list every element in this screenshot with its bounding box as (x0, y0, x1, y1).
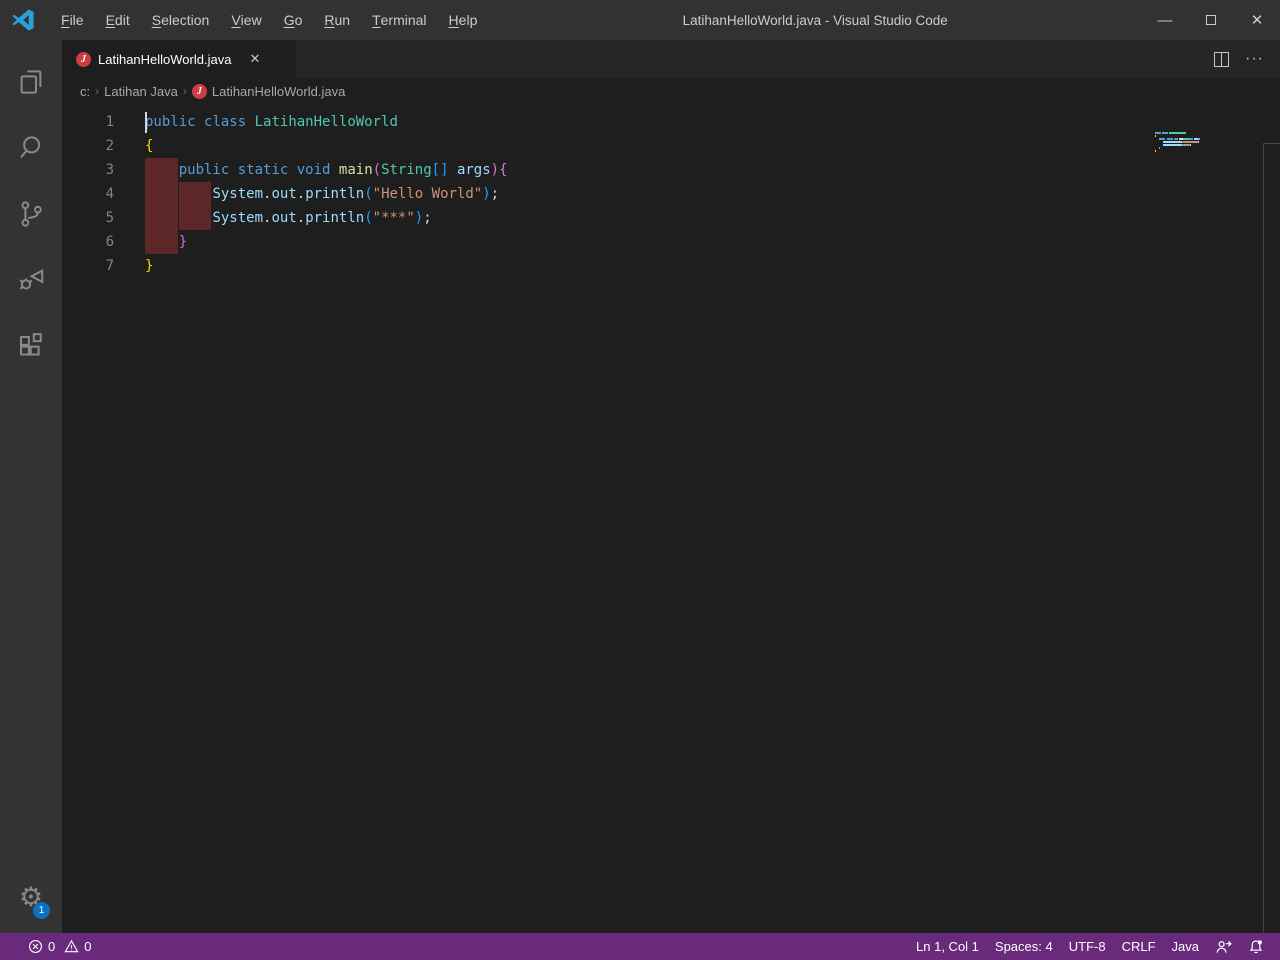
error-count: 0 (48, 939, 55, 954)
tab-close-icon[interactable]: ✕ (246, 50, 263, 68)
status-bar: 0 0 Ln 1, Col 1Spaces: 4UTF-8CRLFJava (0, 933, 1280, 960)
tab-latihanhelloworld[interactable]: J LatihanHelloWorld.java ✕ (62, 40, 296, 78)
line-number-2[interactable]: 2 (62, 134, 114, 158)
menu-terminal[interactable]: Terminal (361, 0, 437, 40)
status-language-mode[interactable]: Java (1164, 933, 1207, 960)
window-controls: — ✕ (1142, 0, 1280, 40)
code-line-3[interactable]: public static void main(String[] args){ (145, 158, 508, 182)
editor-actions: ··· (1214, 40, 1280, 78)
editor-area: J LatihanHelloWorld.java ✕ ··· c: › Latiha… (62, 40, 1280, 933)
breadcrumb-segment[interactable]: JLatihanHelloWorld.java (192, 84, 345, 99)
status-indentation[interactable]: Spaces: 4 (987, 933, 1061, 960)
breadcrumb-separator-icon: › (183, 84, 187, 98)
line-number-1[interactable]: 1 (62, 110, 114, 134)
vscode-logo-icon (10, 7, 36, 33)
warning-count: 0 (84, 939, 91, 954)
maximize-button[interactable] (1188, 0, 1234, 40)
breadcrumb-separator-icon: › (95, 84, 99, 98)
status-eol-sequence[interactable]: CRLF (1114, 933, 1164, 960)
menu-run[interactable]: Run (313, 0, 361, 40)
minimap[interactable] (1155, 131, 1200, 152)
line-number-3[interactable]: 3 (62, 158, 114, 182)
explorer-icon[interactable] (0, 52, 62, 112)
overlay-panel-border-vertical (1263, 143, 1264, 933)
menu-help[interactable]: Help (438, 0, 489, 40)
overlay-panel-border-top (1263, 143, 1280, 144)
status-encoding[interactable]: UTF-8 (1061, 933, 1114, 960)
breadcrumb: c: › Latihan Java › JLatihanHelloWorld.java (80, 78, 345, 104)
status-cursor-position[interactable]: Ln 1, Col 1 (908, 933, 987, 960)
source-control-icon[interactable] (0, 184, 62, 244)
line-number-6[interactable]: 6 (62, 230, 114, 254)
java-file-icon: J (76, 52, 91, 67)
code-line-2[interactable]: { (145, 134, 153, 158)
settings-badge: 1 (33, 902, 50, 919)
maximize-icon (1206, 15, 1216, 25)
notifications-bell-icon[interactable] (1240, 933, 1272, 960)
title-bar: FileEditSelectionViewGoRunTerminalHelp L… (0, 0, 1280, 40)
code-line-6[interactable]: } (145, 230, 187, 254)
menu-file[interactable]: File (50, 0, 95, 40)
code-editor[interactable]: 1234567 public class LatihanHelloWorld{ … (62, 104, 1280, 933)
menu-bar: FileEditSelectionViewGoRunTerminalHelp (50, 0, 488, 40)
code-line-7[interactable]: } (145, 254, 153, 278)
warning-icon (64, 939, 79, 954)
code-line-1[interactable]: public class LatihanHelloWorld (145, 110, 398, 134)
run-and-debug-icon[interactable] (0, 250, 62, 310)
tab-bar: J LatihanHelloWorld.java ✕ ··· (62, 40, 1280, 78)
activity-bar: ⚙ 1 (0, 40, 62, 933)
menu-edit[interactable]: Edit (95, 0, 141, 40)
tab-label: LatihanHelloWorld.java (98, 52, 231, 67)
line-number-5[interactable]: 5 (62, 206, 114, 230)
more-actions-icon[interactable]: ··· (1245, 50, 1264, 68)
java-file-icon: J (192, 84, 207, 99)
feedback-person-icon[interactable] (1207, 933, 1240, 960)
breadcrumb-segment[interactable]: c: (80, 84, 90, 99)
extensions-icon[interactable] (0, 316, 62, 376)
code-line-4[interactable]: System.out.println("Hello World"); (145, 182, 499, 206)
problems-indicator[interactable]: 0 0 (20, 933, 99, 960)
text-cursor (145, 112, 147, 133)
window-title: LatihanHelloWorld.java - Visual Studio C… (488, 13, 1142, 28)
menu-go[interactable]: Go (273, 0, 314, 40)
minimize-button[interactable]: — (1142, 0, 1188, 40)
error-icon (28, 939, 43, 954)
search-icon[interactable] (0, 118, 62, 178)
line-number-4[interactable]: 4 (62, 182, 114, 206)
close-button[interactable]: ✕ (1234, 0, 1280, 40)
menu-selection[interactable]: Selection (141, 0, 221, 40)
menu-view[interactable]: View (220, 0, 272, 40)
settings-gear-button[interactable]: ⚙ 1 (0, 869, 62, 925)
split-editor-icon[interactable] (1214, 52, 1229, 67)
code-line-5[interactable]: System.out.println("***"); (145, 206, 432, 230)
breadcrumb-segment[interactable]: Latihan Java (104, 84, 178, 99)
status-bar-right: Ln 1, Col 1Spaces: 4UTF-8CRLFJava (908, 933, 1272, 960)
line-number-7[interactable]: 7 (62, 254, 114, 278)
